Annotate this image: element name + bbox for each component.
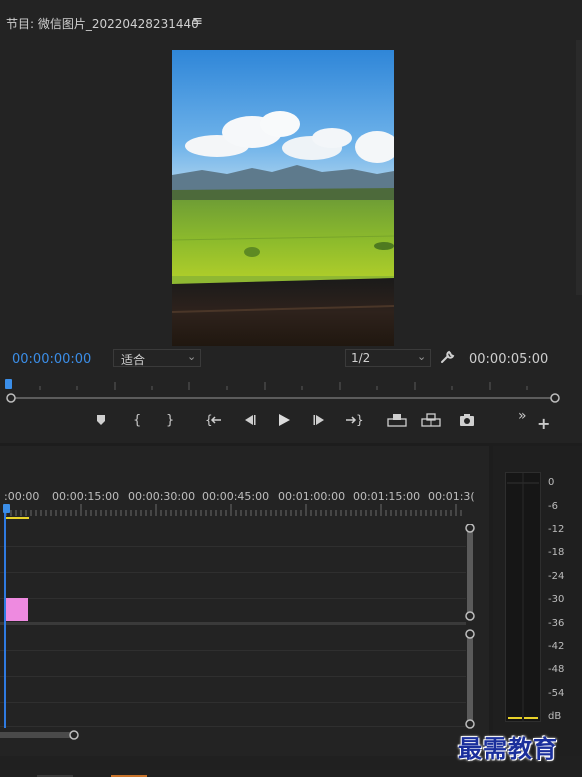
watermark: 最需教育 [458, 734, 558, 763]
timeline-vertical-scrollbar[interactable] [465, 523, 475, 730]
current-timecode[interactable]: 00:00:00:00 [12, 352, 91, 367]
track-divider [0, 702, 466, 703]
add-marker-button[interactable] [95, 413, 107, 430]
playback-resolution-value: 1/2 [351, 351, 371, 365]
chevron-down-icon: ⌄ [187, 350, 197, 363]
overflow-menu-icon[interactable]: » [518, 408, 527, 424]
db-scale-label: 0 [548, 477, 555, 488]
step-back-button[interactable] [242, 413, 256, 430]
svg-text:}: } [356, 413, 363, 427]
zoom-level-select[interactable]: 适合 ⌄ [113, 349, 201, 367]
extract-button[interactable] [421, 413, 441, 430]
transport-controls: { } { } » + [0, 408, 582, 438]
panel-title[interactable]: 节目: 微信图片_20220428231440 [6, 15, 199, 32]
timeline-tracks[interactable] [0, 518, 470, 730]
audio-meter [505, 472, 541, 722]
go-to-out-button[interactable]: } [345, 413, 364, 430]
db-scale-label: -18 [548, 547, 565, 558]
db-scale-label: -12 [548, 524, 565, 535]
timeline-playhead[interactable] [4, 508, 6, 728]
extract-icon [421, 413, 441, 427]
landscape-frame-image [172, 50, 394, 346]
lift-button[interactable] [387, 413, 407, 430]
mark-out-button[interactable]: } [166, 413, 174, 428]
video-preview [172, 50, 394, 346]
go-to-in-icon: { [205, 413, 221, 427]
db-unit-label: dB [548, 711, 562, 722]
step-back-icon [245, 415, 256, 425]
video-audio-divider[interactable] [0, 622, 466, 625]
timeline-horizontal-scrollbar[interactable] [0, 729, 90, 741]
duration-timecode: 00:00:05:00 [469, 352, 549, 367]
step-forward-icon [313, 415, 324, 425]
db-scale-label: -24 [548, 571, 565, 582]
hamburger-menu-icon[interactable]: ≡ [192, 14, 203, 29]
chevron-down-icon: ⌄ [417, 350, 427, 363]
step-forward-button[interactable] [313, 413, 327, 430]
camera-icon [460, 414, 474, 426]
playhead-handle[interactable] [3, 504, 10, 513]
zoom-level-value: 适合 [121, 353, 146, 367]
panel-header: 节目: 微信图片_20220428231440 ≡ [0, 0, 582, 40]
playback-resolution-select[interactable]: 1/2 ⌄ [345, 349, 431, 367]
marker-icon [97, 415, 105, 425]
track-divider [0, 546, 466, 547]
wrench-icon[interactable] [440, 349, 456, 368]
program-monitor-panel: 节目: 微信图片_20220428231440 ≡ 00:00:00:00 适合… [0, 0, 582, 443]
go-to-in-button[interactable]: { [205, 413, 223, 430]
track-divider [0, 572, 466, 573]
timeline-ruler[interactable] [0, 502, 470, 518]
db-scale-label: -42 [548, 641, 565, 652]
timeline-panel: :00:00 00:00:15:00 00:00:30:00 00:00:45:… [0, 446, 489, 756]
lift-icon [387, 414, 407, 427]
db-scale-label: -54 [548, 688, 565, 699]
go-to-out-icon: } [346, 413, 364, 427]
playhead-marker[interactable] [5, 379, 12, 389]
db-scale-label: -30 [548, 594, 565, 605]
timeline-clip[interactable] [5, 598, 28, 621]
panel-scrollbar[interactable] [576, 40, 582, 295]
track-divider [0, 598, 466, 599]
db-scale-label: -48 [548, 664, 565, 675]
play-button[interactable] [277, 413, 291, 430]
mark-in-button[interactable]: { [133, 413, 141, 428]
scrub-bar[interactable] [0, 376, 582, 404]
work-area-bar[interactable] [6, 517, 29, 519]
track-divider [0, 676, 466, 677]
audio-meter-panel: 0 -6 -12 -18 -24 -30 -36 -42 -48 -54 dB [493, 446, 582, 756]
button-editor-add-icon[interactable]: + [537, 414, 550, 433]
track-divider [0, 726, 466, 727]
db-scale-label: -36 [548, 618, 565, 629]
db-scale-label: -6 [548, 501, 558, 512]
export-frame-button[interactable] [459, 413, 475, 430]
play-icon [279, 414, 290, 426]
track-divider [0, 650, 466, 651]
